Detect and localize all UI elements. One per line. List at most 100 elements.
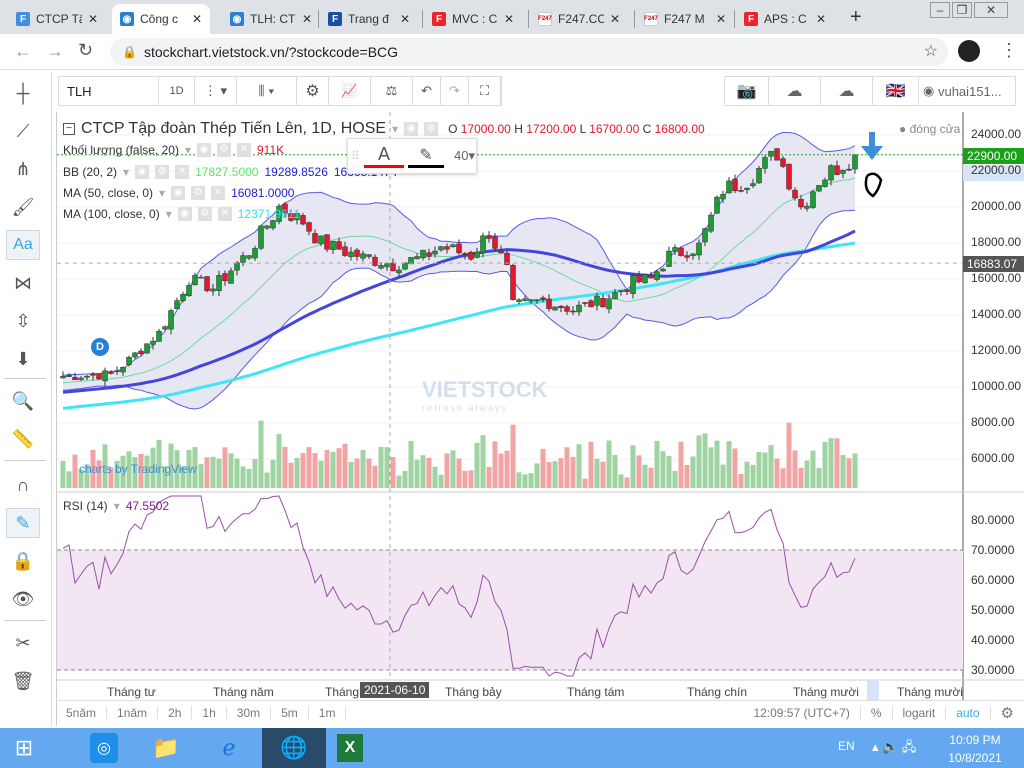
close-tab-icon[interactable]: ✕: [88, 12, 98, 26]
log-toggle[interactable]: logarit: [893, 705, 947, 720]
settings-gear-icon[interactable]: ⚙: [991, 704, 1024, 722]
trend-line-icon[interactable]: ⟋: [6, 116, 40, 146]
pattern-icon[interactable]: ⋈: [6, 268, 40, 298]
gear-icon[interactable]: ⚙: [424, 122, 439, 136]
range-button[interactable]: 1m: [309, 705, 347, 720]
brush-icon[interactable]: 🖌: [6, 192, 40, 222]
close-window-button[interactable]: ✕: [974, 2, 1008, 18]
browser-tab[interactable]: ◉ Công c ✕: [112, 4, 211, 34]
internet-explorer-icon[interactable]: ℯ: [205, 728, 253, 768]
candle-body: [132, 352, 138, 358]
compare-scale-icon[interactable]: ⚖: [371, 77, 413, 105]
indicators-icon[interactable]: 📈: [329, 77, 371, 105]
hide-drawings-icon[interactable]: 👁: [6, 584, 40, 614]
tradingview-credit[interactable]: charts by TradingView: [79, 462, 197, 476]
redo-icon[interactable]: ↷: [441, 77, 469, 105]
new-tab-button[interactable]: +: [850, 6, 862, 29]
volume-bar: [822, 441, 828, 488]
app-icon-teamviewer[interactable]: ◎: [80, 728, 128, 768]
chart-area[interactable]: VIETSTOCK refresh always charts by Tradin…: [56, 112, 1024, 726]
dividend-marker[interactable]: D: [91, 338, 109, 356]
language-indicator[interactable]: EN: [838, 739, 855, 753]
back-icon[interactable]: ←: [14, 41, 32, 62]
candle-body: [264, 225, 270, 229]
range-button[interactable]: 1h: [192, 705, 227, 720]
close-tab-icon[interactable]: ✕: [816, 12, 826, 26]
range-button[interactable]: 2h: [158, 705, 193, 720]
taskbar-clock[interactable]: 10:09 PM 10/8/2021: [940, 733, 1010, 765]
browser-tab[interactable]: F Trang đ ✕: [320, 4, 418, 34]
browser-tab[interactable]: F247 F247.CC ✕: [530, 4, 628, 34]
crosshair-icon[interactable]: ┼: [6, 78, 40, 108]
pencil-color-button[interactable]: ✎: [408, 145, 444, 168]
interval-dropdown[interactable]: ⋮ ▾: [195, 77, 237, 105]
arrow-down-icon[interactable]: ⬇: [6, 344, 40, 374]
candle-body: [822, 179, 828, 187]
volume-bar: [612, 454, 618, 488]
close-tab-icon[interactable]: ✕: [504, 12, 514, 26]
settings-gear-icon[interactable]: ⚙: [297, 77, 329, 105]
undo-icon[interactable]: ↶: [413, 77, 441, 105]
range-button[interactable]: 1năm: [107, 705, 159, 720]
trash-icon[interactable]: 🗑: [6, 666, 40, 696]
browser-tab[interactable]: F MVC : C ✕: [424, 4, 522, 34]
time-axis-label: Tháng mười: [793, 685, 859, 699]
address-bar-row: ← → ↻ 🔒 stockchart.vietstock.vn/?stockco…: [0, 34, 1024, 70]
volume-bar: [378, 446, 384, 488]
url-input[interactable]: 🔒 stockchart.vietstock.vn/?stockcode=BCG…: [110, 38, 948, 66]
interval-button[interactable]: 1D: [159, 77, 195, 105]
text-tool-icon[interactable]: Aa: [6, 230, 40, 260]
tools-icon[interactable]: ✂: [6, 628, 40, 658]
minimize-button[interactable]: –: [930, 2, 950, 18]
eye-icon[interactable]: ◉: [404, 122, 419, 136]
cloud-download-icon[interactable]: ☁: [769, 77, 821, 105]
cloud-upload-icon[interactable]: ☁: [821, 77, 873, 105]
forward-icon[interactable]: →: [46, 41, 64, 62]
bookmark-star-icon[interactable]: ☆: [924, 38, 938, 66]
candle-body: [684, 255, 690, 258]
start-button[interactable]: ⊞: [0, 728, 48, 768]
chrome-icon[interactable]: 🌐: [262, 728, 326, 768]
chart-type-button[interactable]: ⫼ ▾: [237, 77, 297, 105]
tray-icons[interactable]: ▴ 🔈 🖧: [872, 738, 916, 760]
uk-flag-icon[interactable]: 🇬🇧: [873, 77, 919, 105]
excel-icon[interactable]: X: [326, 728, 374, 768]
browser-tab[interactable]: ◉ TLH: CT ✕: [222, 4, 320, 34]
volume-bar: [336, 448, 342, 488]
close-tab-icon[interactable]: ✕: [192, 12, 202, 26]
close-tab-icon[interactable]: ✕: [716, 12, 726, 26]
measure-icon[interactable]: ⇳: [6, 306, 40, 336]
reload-icon[interactable]: ↻: [78, 40, 93, 61]
lock-drawings-icon[interactable]: 🔒: [6, 546, 40, 576]
menu-icon[interactable]: ⋮: [1000, 40, 1018, 61]
magnet-icon[interactable]: ∩: [6, 470, 40, 500]
profile-avatar[interactable]: [958, 40, 980, 62]
fullscreen-icon[interactable]: ⛶: [469, 77, 501, 105]
pitchfork-icon[interactable]: ⋔: [6, 154, 40, 184]
user-account[interactable]: ◉ vuhai151...: [919, 77, 1015, 105]
percent-toggle[interactable]: %: [861, 705, 893, 720]
browser-tab[interactable]: F APS : C ✕: [736, 4, 834, 34]
range-button[interactable]: 5m: [271, 705, 309, 720]
auto-toggle[interactable]: auto: [946, 705, 991, 720]
symbol-input[interactable]: TLH: [59, 77, 159, 105]
chart-canvas[interactable]: [57, 112, 1024, 726]
browser-tab[interactable]: F CTCP Tậ ✕: [8, 4, 106, 34]
text-color-button[interactable]: A: [364, 144, 404, 168]
font-size-dropdown[interactable]: 40▾: [444, 148, 475, 164]
ruler-icon[interactable]: 📏: [6, 424, 40, 454]
range-button[interactable]: 30m: [227, 705, 272, 720]
stay-drawing-icon[interactable]: ✎: [6, 508, 40, 538]
close-price-toggle[interactable]: ● đóng cửa: [899, 122, 960, 136]
zoom-in-icon[interactable]: 🔍: [6, 386, 40, 416]
close-tab-icon[interactable]: ✕: [400, 12, 410, 26]
browser-tab[interactable]: F247 F247 M ✕: [636, 4, 734, 34]
price-axis-label: 14000.00: [971, 307, 1022, 321]
file-explorer-icon[interactable]: 📁: [142, 728, 190, 768]
camera-icon[interactable]: 📷: [725, 77, 769, 105]
range-button[interactable]: 5năm: [56, 705, 108, 720]
collapse-icon[interactable]: −: [63, 123, 75, 135]
close-tab-icon[interactable]: ✕: [302, 12, 312, 26]
close-tab-icon[interactable]: ✕: [610, 12, 620, 26]
restore-button[interactable]: ❐: [952, 2, 972, 18]
